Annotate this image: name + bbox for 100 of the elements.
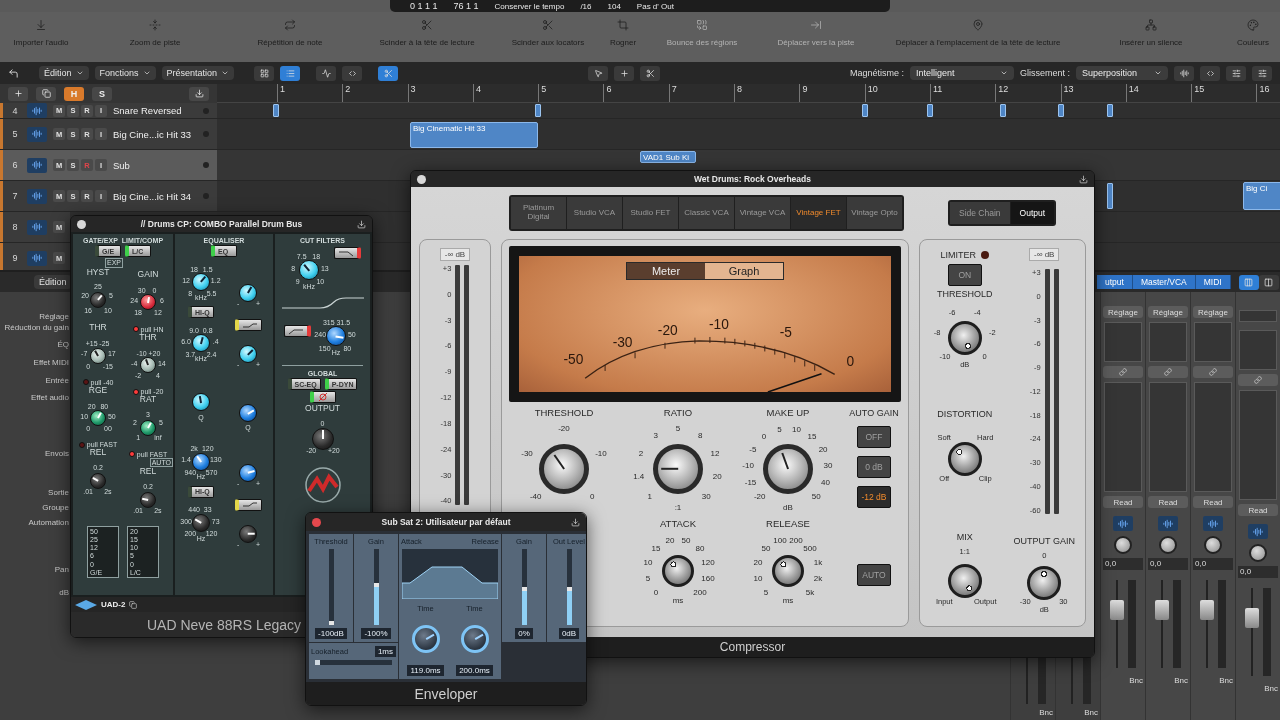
model-tab[interactable]: Platinum Digital — [511, 197, 566, 229]
pointer-tool[interactable] — [588, 65, 609, 81]
slider-track[interactable] — [521, 549, 527, 625]
slider-track[interactable] — [566, 549, 572, 625]
pan-value[interactable]: 0,0 — [1103, 558, 1143, 570]
arrows-button[interactable] — [342, 65, 363, 81]
grid-view-button[interactable] — [254, 65, 275, 81]
knob[interactable] — [90, 410, 106, 427]
knob[interactable] — [326, 326, 346, 347]
knob[interactable] — [947, 441, 982, 476]
knob[interactable] — [1027, 566, 1062, 601]
scissors-tool[interactable] — [640, 65, 661, 81]
knob[interactable] — [460, 624, 489, 653]
window-button[interactable] — [77, 219, 86, 229]
knob[interactable] — [191, 273, 210, 292]
knob[interactable] — [239, 524, 258, 543]
link-button[interactable] — [1193, 366, 1233, 378]
knob[interactable] — [90, 292, 106, 309]
model-tab[interactable]: Studio VCA — [567, 197, 622, 229]
slider-track[interactable] — [373, 549, 379, 625]
auto-gain-button[interactable]: OFF — [857, 426, 891, 448]
waveform-button[interactable] — [1174, 65, 1194, 81]
curve-button[interactable] — [316, 65, 337, 81]
menu-button[interactable]: Présentation — [161, 66, 235, 80]
automation-button[interactable]: Read — [1193, 496, 1233, 508]
knob[interactable] — [191, 393, 210, 412]
knob[interactable] — [299, 260, 319, 281]
folder-button[interactable] — [189, 86, 209, 101]
setting-button[interactable]: Réglage — [1148, 306, 1188, 318]
knob[interactable] — [90, 347, 106, 364]
auto-button[interactable]: AUTO — [857, 564, 891, 586]
knob[interactable] — [311, 427, 334, 450]
snap-dropdown[interactable]: Intelligent — [910, 66, 1014, 80]
audio-region[interactable]: Big Ci — [1243, 182, 1280, 210]
knob[interactable] — [411, 624, 440, 653]
value-field[interactable]: 200.0ms — [456, 664, 493, 676]
knob[interactable] — [140, 491, 156, 508]
automation-button[interactable]: Read — [1103, 496, 1143, 508]
window-icon[interactable] — [357, 219, 366, 229]
knob[interactable] — [539, 443, 589, 494]
value-field[interactable]: -100% — [361, 627, 391, 639]
fader[interactable] — [1110, 580, 1124, 668]
pan-knob[interactable] — [1249, 544, 1267, 562]
pan-knob[interactable] — [1159, 536, 1177, 554]
drag-dropdown[interactable]: Superposition — [1076, 66, 1168, 80]
knob[interactable] — [140, 294, 156, 311]
knob[interactable] — [140, 419, 156, 436]
window-icon[interactable] — [571, 517, 580, 527]
value-field[interactable]: 119.0ms — [407, 664, 444, 676]
toggle-switch[interactable] — [334, 247, 362, 259]
mode-tab[interactable]: Graph — [705, 263, 783, 279]
filter-tab[interactable]: MIDI — [1195, 275, 1231, 289]
limiter-button[interactable]: ON — [947, 264, 982, 286]
model-tab[interactable]: Studio FET — [623, 197, 678, 229]
ruler[interactable]: 1 2 3 4 5 6 7 8 9 10 11 12 13 14 15 16 — [217, 84, 1280, 103]
automation-button[interactable]: Read — [1238, 504, 1278, 516]
pan-value[interactable]: 0,0 — [1148, 558, 1188, 570]
slider-track[interactable] — [315, 659, 392, 665]
menu-button[interactable]: Édition — [34, 275, 72, 289]
knob[interactable] — [239, 345, 258, 364]
model-tab[interactable]: Vintage FET — [791, 197, 846, 229]
folder-icon[interactable] — [129, 600, 138, 609]
back-icon[interactable] — [8, 67, 19, 79]
auto-gain-button[interactable]: 0 dB — [857, 456, 891, 478]
close-button[interactable] — [312, 517, 321, 527]
knob[interactable] — [191, 334, 210, 353]
zoom-button[interactable] — [1252, 65, 1272, 81]
slider-track[interactable] — [328, 549, 334, 625]
zoom-button[interactable] — [1226, 65, 1246, 81]
knob[interactable] — [239, 284, 258, 303]
fader[interactable] — [1245, 588, 1259, 676]
toggle-switch[interactable] — [309, 391, 336, 404]
value-field[interactable]: 0% — [515, 627, 533, 639]
link-button[interactable] — [1238, 374, 1278, 386]
pan-knob[interactable] — [1204, 536, 1222, 554]
knob[interactable] — [239, 404, 258, 423]
knob[interactable] — [662, 555, 694, 588]
scissors-button[interactable] — [378, 65, 399, 81]
knob[interactable] — [947, 564, 982, 599]
arrows-button[interactable] — [1200, 65, 1220, 81]
window-button[interactable] — [417, 174, 426, 184]
knob[interactable] — [90, 472, 106, 489]
view-tab[interactable]: Output — [1010, 202, 1055, 224]
link-button[interactable] — [1148, 366, 1188, 378]
toggle-switch[interactable] — [283, 325, 311, 338]
knob[interactable] — [772, 555, 804, 588]
model-tab[interactable]: Vintage VCA — [735, 197, 790, 229]
fader[interactable] — [1200, 580, 1214, 668]
toggle-switch[interactable] — [234, 319, 262, 332]
duplicate-button[interactable] — [36, 86, 56, 101]
value-field[interactable]: 0dB — [558, 627, 580, 639]
knob[interactable] — [653, 443, 703, 494]
knob[interactable] — [763, 443, 813, 494]
audio-region[interactable]: Big Cinematic Hit 33 — [410, 122, 538, 148]
window-icon[interactable] — [1079, 174, 1088, 184]
model-tab[interactable]: Classic VCA — [679, 197, 734, 229]
mode-tab[interactable]: Meter — [627, 263, 705, 279]
header-toggle[interactable]: S — [92, 86, 112, 101]
value-field[interactable]: 1ms — [374, 645, 396, 657]
knob[interactable] — [191, 452, 210, 471]
